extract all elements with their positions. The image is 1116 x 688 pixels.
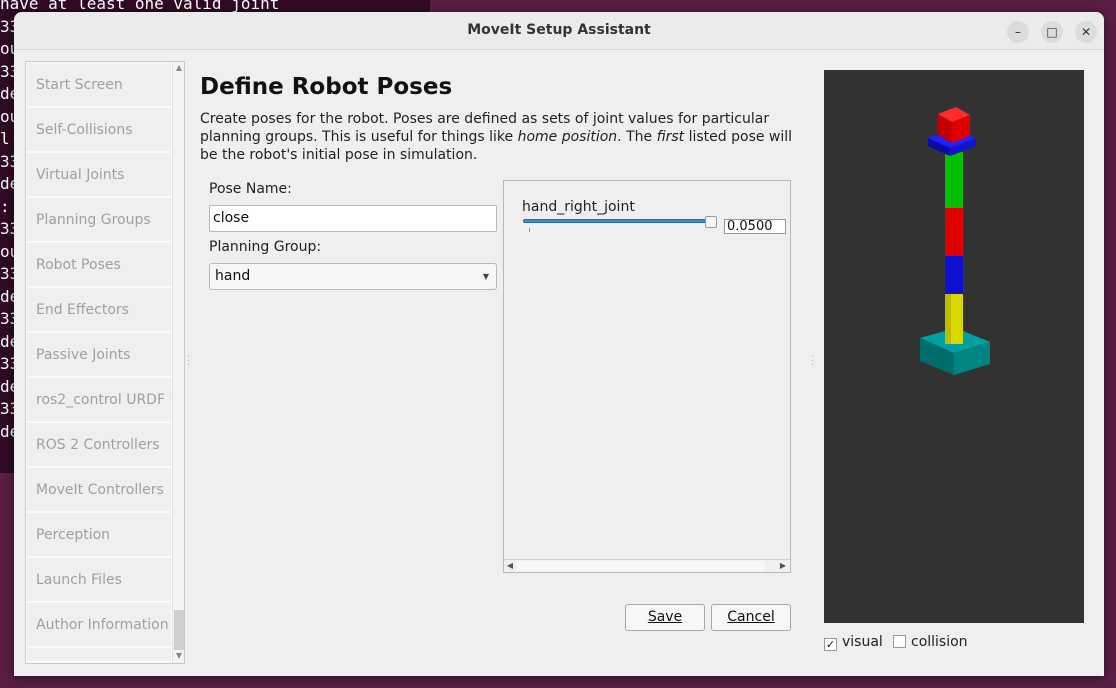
robot-link-blue (945, 254, 963, 294)
slider-tick (529, 228, 530, 232)
scroll-up-icon[interactable]: ▲ (173, 62, 185, 74)
cancel-button[interactable]: Cancel (711, 604, 791, 631)
sidebar-item-moveit-controllers[interactable]: MoveIt Controllers (27, 468, 171, 512)
planning-group-select[interactable]: hand ▼ (209, 263, 497, 290)
chevron-down-icon: ▼ (482, 272, 489, 281)
robot-model (920, 107, 990, 375)
splitter-handle-left[interactable]: · · · (187, 353, 190, 371)
joint-panel-scrollbar[interactable]: ◀ ▶ (504, 559, 790, 572)
maximize-icon: □ (1046, 25, 1058, 39)
visual-checkbox-row[interactable]: ✓ visual (824, 634, 883, 651)
sidebar-item-robot-poses[interactable]: Robot Poses (27, 243, 171, 287)
planning-group-label: Planning Group: (209, 239, 322, 255)
planning-group-value: hand (215, 268, 251, 284)
close-icon: ✕ (1080, 25, 1092, 39)
sidebar-item-partial (27, 648, 171, 662)
sidebar-item-ros2-controllers[interactable]: ROS 2 Controllers (27, 423, 171, 467)
pose-name-input[interactable]: close (209, 205, 497, 232)
joint-values-panel: hand_right_joint 0.0500 ◀ ▶ (503, 180, 791, 573)
scroll-left-icon[interactable]: ◀ (504, 560, 516, 572)
window-title: MoveIt Setup Assistant (467, 22, 651, 38)
sidebar-item-passive-joints[interactable]: Passive Joints (27, 333, 171, 377)
page-description: Create poses for the robot. Poses are de… (200, 111, 793, 163)
close-button[interactable]: ✕ (1075, 21, 1097, 43)
minimize-icon: – (1015, 25, 1021, 39)
visual-label: visual (842, 634, 883, 650)
sidebar-scrollbar[interactable]: ▲ ▼ (172, 62, 184, 663)
save-label: Save (647, 609, 683, 625)
collision-checkbox[interactable] (893, 635, 906, 648)
sidebar-item-end-effectors[interactable]: End Effectors (27, 288, 171, 332)
sidebar-item-virtual-joints[interactable]: Virtual Joints (27, 153, 171, 197)
page-title: Define Robot Poses (200, 74, 453, 100)
sidebar-item-ros2-control[interactable]: ros2_control URDF M (27, 378, 171, 422)
joint-slider[interactable] (523, 219, 713, 223)
sidebar-item-self-collisions[interactable]: Self-Collisions (27, 108, 171, 152)
collision-label: collision (911, 634, 968, 650)
scroll-down-icon[interactable]: ▼ (173, 650, 185, 662)
joint-slider-handle[interactable] (705, 216, 717, 228)
robot-link-red (945, 206, 963, 256)
cancel-label: Cancel (727, 609, 775, 625)
app-window: MoveIt Setup Assistant – □ ✕ Start Scree… (14, 12, 1104, 676)
visual-checkbox[interactable]: ✓ (824, 638, 837, 651)
scrollbar-thumb[interactable] (174, 610, 184, 650)
sidebar-item-start-screen[interactable]: Start Screen (27, 63, 171, 107)
robot-3d-viewport[interactable] (824, 70, 1084, 623)
sidebar-item-author-information[interactable]: Author Information (27, 603, 171, 647)
title-bar[interactable]: MoveIt Setup Assistant – □ ✕ (14, 12, 1104, 50)
scroll-right-icon[interactable]: ▶ (777, 560, 789, 572)
sidebar-item-perception[interactable]: Perception (27, 513, 171, 557)
scrollbar-track[interactable] (517, 561, 765, 571)
joint-name-label: hand_right_joint (522, 199, 635, 215)
maximize-button[interactable]: □ (1041, 21, 1063, 43)
minimize-button[interactable]: – (1007, 21, 1029, 43)
sidebar-item-planning-groups[interactable]: Planning Groups (27, 198, 171, 242)
save-button[interactable]: Save (625, 604, 705, 631)
splitter-handle-right[interactable]: · · · (811, 353, 814, 371)
sidebar-item-launch-files[interactable]: Launch Files (27, 558, 171, 602)
pose-name-label: Pose Name: (209, 181, 292, 197)
collision-checkbox-row[interactable]: collision (893, 634, 968, 650)
sidebar: Start Screen Self-Collisions Virtual Joi… (25, 61, 185, 664)
robot-link-green (945, 152, 963, 208)
joint-value-field[interactable]: 0.0500 (724, 219, 786, 234)
